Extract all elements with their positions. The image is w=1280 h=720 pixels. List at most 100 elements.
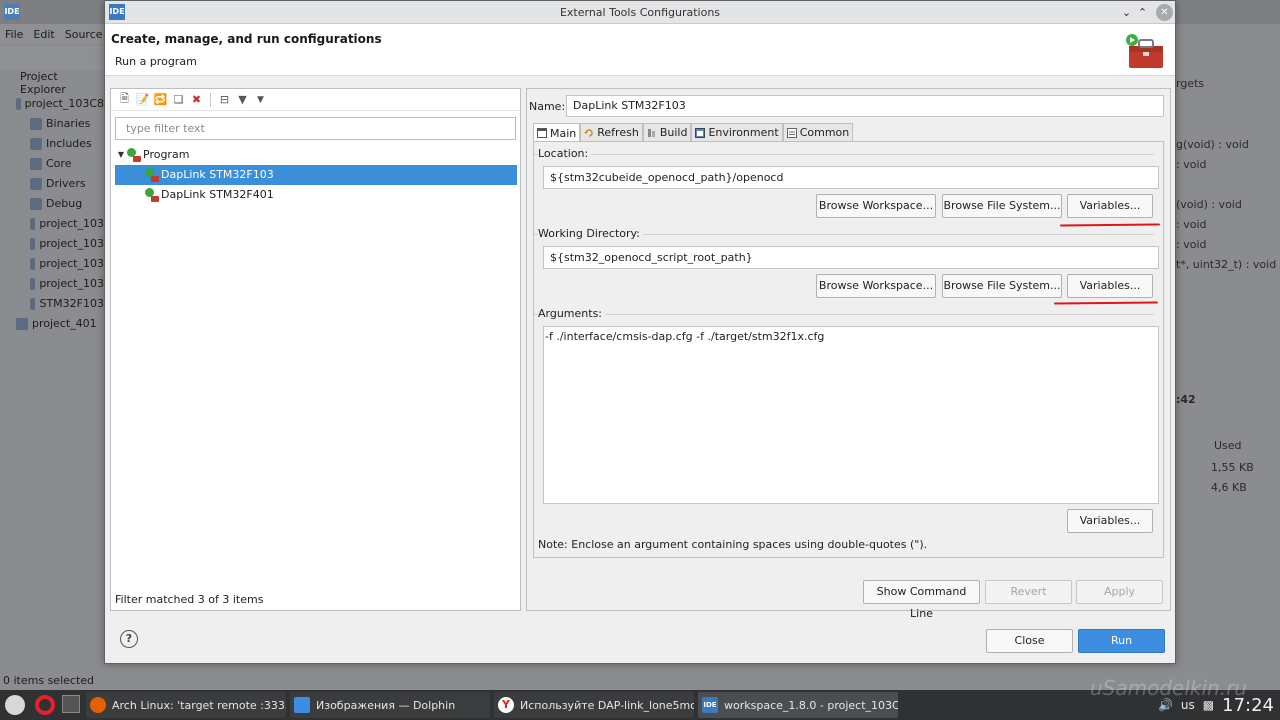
working-dir-browse-workspace-button[interactable]: Browse Workspace... [816,274,936,298]
tab-build[interactable]: Build [642,123,692,141]
file-icon [30,238,36,250]
outline-item[interactable]: g(void) : void [1176,138,1249,151]
apply-button[interactable]: Apply [1076,580,1163,604]
configuration-editor: Name: DapLink STM32F103 Main Refresh Bui… [526,88,1171,620]
working-dir-input[interactable]: ${stm32_openocd_script_root_path} [543,246,1159,269]
filter-input[interactable]: type filter text [115,117,516,140]
taskbar-app-firefox[interactable]: Arch Linux: 'target remote :3333' ... [86,692,286,718]
show-command-line-button[interactable]: Show Command Line [863,580,980,620]
refresh-icon [584,128,593,137]
firefox-icon [90,697,106,713]
outline-item[interactable]: : void [1176,218,1206,231]
close-button[interactable]: Close [986,629,1073,653]
opera-icon[interactable] [35,695,55,715]
volume-icon[interactable]: 🔊 [1158,698,1173,712]
taskbar-app-ide[interactable]: IDE workspace_1.8.0 - project_103C8T... [698,692,898,718]
configuration-tree: ▼ Program DapLink STM32F103 DapLink STM3… [115,145,517,205]
arguments-textarea[interactable]: -f ./interface/cmsis-dap.cfg -f ./target… [543,326,1159,504]
taskbar-app-dolphin[interactable]: Изображения — Dolphin [290,692,490,718]
location-browse-workspace-button[interactable]: Browse Workspace... [816,194,936,218]
outline-item[interactable]: t*, uint32_t) : void [1176,258,1276,271]
arguments-label: Arguments: [538,307,606,320]
location-label: Location: [538,147,592,160]
arguments-note: Note: Enclose an argument containing spa… [538,538,928,551]
tab-refresh[interactable]: Refresh [580,123,643,141]
help-icon[interactable]: ? [120,630,138,648]
outline-panel: rgets g(void) : void : void (void) : voi… [1176,70,1280,690]
ide-project-icon [16,98,21,110]
keyboard-layout[interactable]: us [1181,698,1195,712]
terminal-icon[interactable] [62,695,80,713]
network-icon[interactable]: ▩ [1203,698,1214,712]
dialog-header: Create, manage, and run configurations R… [105,24,1175,76]
close-icon[interactable]: ✕ [1156,4,1173,21]
outline-item[interactable]: : void [1176,238,1206,251]
ide-logo-icon: IDE [4,4,20,20]
binaries-icon [30,118,42,130]
revert-button[interactable]: Revert [985,580,1072,604]
tree-item[interactable]: Binaries [0,114,104,134]
expand-arrow-icon[interactable]: ▼ [115,145,127,165]
toolbar-separator [210,92,211,107]
menu-file[interactable]: File [0,28,28,41]
run-button[interactable]: Run [1078,629,1165,653]
tree-item[interactable]: project_103 [0,214,104,234]
working-dir-variables-button[interactable]: Variables... [1067,274,1153,298]
tree-item[interactable]: Drivers [0,174,104,194]
tree-item[interactable]: project_103 [0,234,104,254]
arguments-group-border [534,314,1154,315]
program-icon [145,188,159,202]
menu-edit[interactable]: Edit [28,28,59,41]
toolbox-icon [1126,34,1163,68]
name-label: Name: [529,100,566,113]
location-variables-button[interactable]: Variables... [1067,194,1153,218]
project-explorer-title: Project Explorer [20,70,66,96]
header-title: Create, manage, and run configurations [111,32,382,46]
tab-environment[interactable]: Environment [691,123,783,141]
duplicate-icon[interactable]: ❏ [171,93,186,107]
tree-item[interactable]: project_103C8 [0,94,104,114]
arguments-variables-button[interactable]: Variables... [1067,509,1153,533]
watermark-text: uSamodelkin.ru [1090,676,1247,700]
maximize-icon[interactable]: ⌃ [1134,4,1151,21]
tree-item[interactable]: Core [0,154,104,174]
configurations-toolbar: 🗎 📝 🔁 ❏ ✖ ⊟ ▼ ▼ [111,89,520,111]
tree-item[interactable]: STM32F103 [0,294,104,314]
tree-item[interactable]: Debug [0,194,104,214]
working-dir-browse-file-system-button[interactable]: Browse File System... [942,274,1062,298]
annotation-underline [1053,301,1159,305]
menu-source[interactable]: Source [60,28,108,41]
used-size-1: 1,55 KB [1211,461,1254,474]
outline-item[interactable]: (void) : void [1176,198,1242,211]
ide-project-icon [16,318,28,330]
name-input[interactable]: DapLink STM32F103 [566,95,1164,117]
export-icon[interactable]: 🔁 [153,93,168,107]
collapse-all-icon[interactable]: ⊟ [217,93,232,107]
location-input[interactable]: ${stm32cubeide_openocd_path}/openocd [543,166,1159,189]
used-column-header: Used [1214,439,1242,452]
tree-item-label: DapLink STM32F401 [161,188,274,201]
outline-item[interactable]: : void [1176,158,1206,171]
tree-item[interactable]: project_103 [0,274,104,294]
app-launcher-icon[interactable] [5,695,25,715]
tree-item[interactable]: project_401 [0,314,104,334]
mx-file-icon [30,218,36,230]
view-menu-icon[interactable]: ▼ [253,93,268,107]
taskbar-app-yandex[interactable]: Y Используйте DAP-link_lone5moo... [494,692,694,718]
tree-category-program[interactable]: ▼ Program [115,145,517,165]
tab-common[interactable]: Common [782,123,854,141]
tab-main[interactable]: Main [533,123,581,142]
new-prototype-icon[interactable]: 📝 [135,93,150,107]
filter-status: Filter matched 3 of 3 items [115,593,264,606]
tree-item-daplink-f103[interactable]: DapLink STM32F103 [115,165,517,185]
delete-icon[interactable]: ✖ [189,93,204,107]
new-configuration-icon[interactable]: 🗎 [117,92,132,107]
tree-item[interactable]: project_103 [0,254,104,274]
location-browse-file-system-button[interactable]: Browse File System... [942,194,1062,218]
filter-icon[interactable]: ▼ [235,93,250,107]
common-icon [786,127,797,138]
minimize-icon[interactable]: ⌄ [1118,4,1135,21]
tree-item-daplink-f401[interactable]: DapLink STM32F401 [115,185,517,205]
tree-item[interactable]: Includes [0,134,104,154]
dolphin-icon [294,697,310,713]
